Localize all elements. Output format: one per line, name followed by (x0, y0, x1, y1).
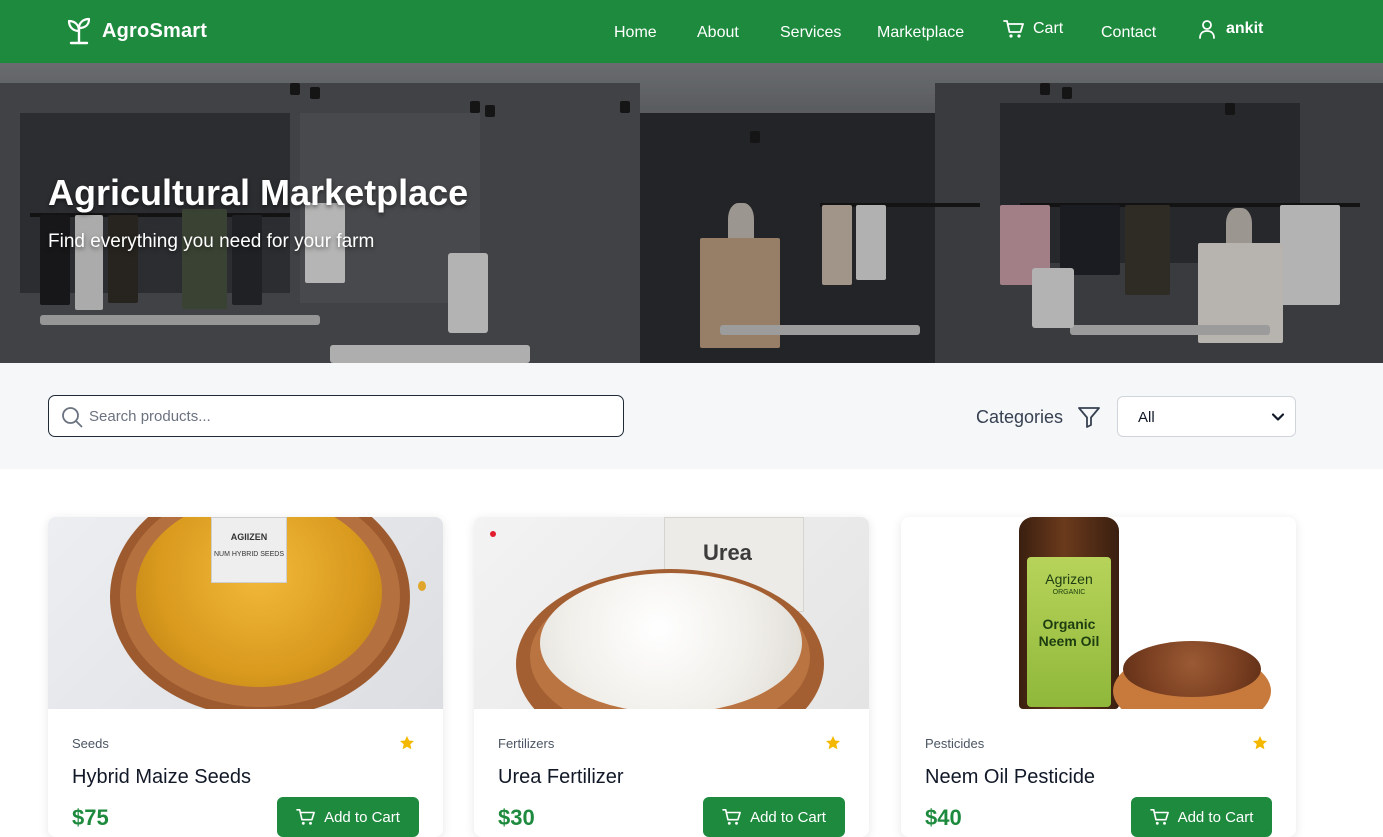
cart-icon (296, 808, 315, 825)
product-name: Hybrid Maize Seeds (72, 766, 251, 788)
user-icon (1199, 20, 1215, 39)
search-box[interactable] (48, 395, 624, 437)
user-name: ankit (1226, 20, 1264, 37)
product-card[interactable]: Urea Fertilizers Urea Fertilizer $30 Add… (474, 517, 869, 837)
hero-subtitle: Find everything you need for your farm (48, 231, 375, 252)
category-select[interactable]: All (1117, 396, 1296, 437)
nav-link-services[interactable]: Services (780, 24, 841, 42)
product-name: Neem Oil Pesticide (925, 766, 1096, 788)
neem-oil-label: Agrizen ORGANIC Organic Neem Oil (1027, 557, 1111, 707)
filter-icon (1078, 407, 1100, 428)
product-image-neem-oil: Agrizen ORGANIC Organic Neem Oil (901, 517, 1296, 709)
search-icon (62, 407, 83, 428)
search-input[interactable] (89, 396, 609, 436)
categories-label: Categories (976, 407, 1064, 427)
sprout-icon (67, 17, 91, 45)
navbar: AgroSmart Home About Services Marketplac… (0, 0, 1383, 63)
cart-icon (722, 808, 741, 825)
cart-icon (1003, 20, 1024, 38)
user-menu[interactable]: ankit (1198, 19, 1263, 39)
brand-logo[interactable]: AgroSmart (66, 17, 207, 45)
nav-link-cart[interactable]: Cart (1003, 19, 1063, 39)
product-card[interactable]: AGIIZEN NUM HYBRID SEEDS Seeds Hybrid Ma… (48, 517, 443, 837)
add-to-cart-label: Add to Cart (1177, 808, 1254, 826)
add-to-cart-label: Add to Cart (750, 808, 826, 826)
product-image-maize: AGIIZEN NUM HYBRID SEEDS (48, 517, 443, 709)
product-category: Pesticides (925, 736, 985, 751)
add-to-cart-label: Add to Cart (324, 808, 400, 826)
brand-name: AgroSmart (102, 19, 208, 42)
nav-link-marketplace[interactable]: Marketplace (877, 24, 964, 42)
star-icon[interactable] (1252, 735, 1268, 751)
category-select-value: All (1138, 409, 1155, 426)
seed-bag-tag: AGIIZEN NUM HYBRID SEEDS (211, 517, 287, 583)
nav-link-cart-label: Cart (1033, 20, 1064, 37)
cart-icon (1149, 808, 1169, 825)
product-category: Fertilizers (498, 736, 555, 751)
product-price: $40 (925, 805, 962, 830)
product-price: $30 (498, 805, 535, 830)
product-price: $75 (72, 805, 109, 830)
nav-link-about[interactable]: About (697, 24, 739, 42)
star-icon[interactable] (825, 735, 841, 751)
product-card[interactable]: Agrizen ORGANIC Organic Neem Oil Pestici… (901, 517, 1296, 837)
product-name: Urea Fertilizer (498, 766, 624, 788)
product-category: Seeds (72, 736, 109, 751)
add-to-cart-button[interactable]: Add to Cart (1131, 797, 1272, 837)
hero-title: Agricultural Marketplace (48, 172, 469, 213)
hero-banner: Agricultural Marketplace Find everything… (0, 63, 1383, 363)
product-image-urea: Urea (474, 517, 869, 709)
nav-link-contact[interactable]: Contact (1101, 24, 1156, 42)
image-dot (490, 531, 496, 537)
filter-bar: Categories All (0, 363, 1383, 469)
add-to-cart-button[interactable]: Add to Cart (703, 797, 845, 837)
star-icon[interactable] (399, 735, 415, 751)
nav-link-home[interactable]: Home (614, 24, 657, 42)
add-to-cart-button[interactable]: Add to Cart (277, 797, 419, 837)
chevron-down-icon (1271, 413, 1285, 421)
